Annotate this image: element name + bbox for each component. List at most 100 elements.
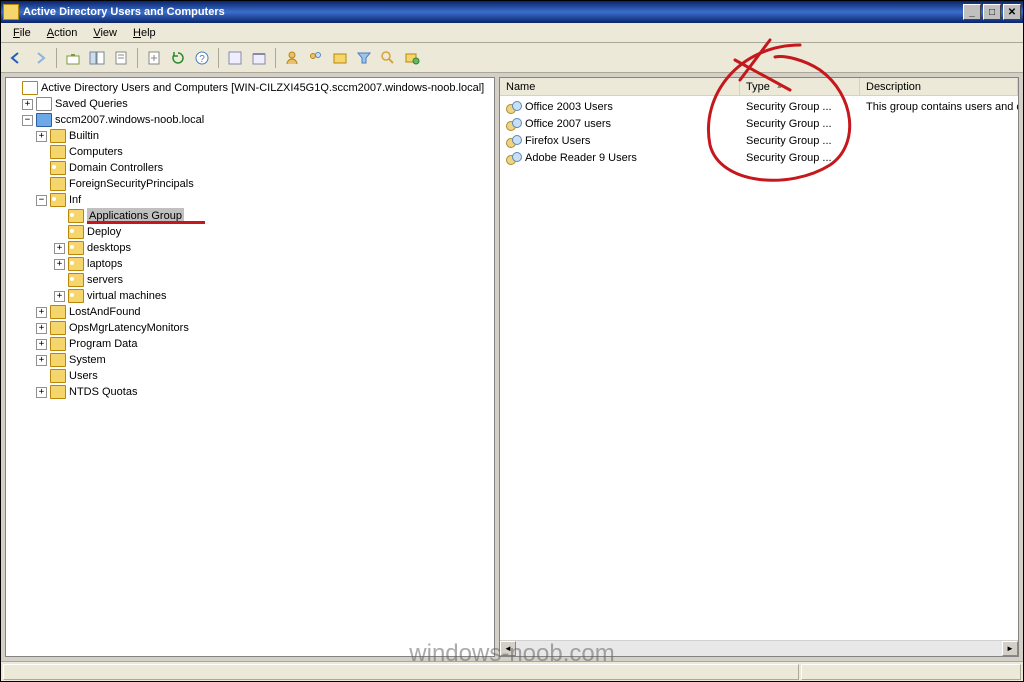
domain-icon <box>36 113 52 127</box>
folder-icon <box>50 145 66 159</box>
folder-icon <box>50 305 66 319</box>
cut-icon[interactable] <box>224 47 246 69</box>
up-icon[interactable] <box>62 47 84 69</box>
menu-file[interactable]: File <box>5 25 39 41</box>
list-row[interactable]: Office 2007 usersSecurity Group ... <box>500 115 1018 132</box>
expand-icon[interactable]: + <box>36 355 47 366</box>
folder-icon <box>36 97 52 111</box>
refresh-icon[interactable] <box>167 47 189 69</box>
tree-label-selected: Applications Group <box>87 208 184 224</box>
properties-icon[interactable] <box>110 47 132 69</box>
tree-fsp[interactable]: ForeignSecurityPrincipals <box>8 176 492 192</box>
cell-type: Security Group ... <box>740 152 860 164</box>
close-button[interactable]: ✕ <box>1003 4 1021 20</box>
main-window: Active Directory Users and Computers _ □… <box>0 0 1024 682</box>
expand-icon[interactable]: + <box>22 99 33 110</box>
list-pane[interactable]: Name Type Description Office 2003 UsersS… <box>499 77 1019 657</box>
expand-icon[interactable]: + <box>36 339 47 350</box>
expand-icon[interactable]: + <box>36 387 47 398</box>
scroll-left-icon[interactable]: ◄ <box>500 641 516 656</box>
menu-view[interactable]: View <box>85 25 125 41</box>
expand-icon[interactable]: + <box>36 131 47 142</box>
expand-icon[interactable]: + <box>54 291 65 302</box>
find-icon[interactable] <box>377 47 399 69</box>
tree: Active Directory Users and Computers [WI… <box>8 80 492 400</box>
cell-name: Office 2007 users <box>500 117 740 131</box>
back-icon[interactable] <box>5 47 27 69</box>
statusbar <box>1 661 1023 681</box>
svg-text:?: ? <box>199 54 205 65</box>
tree-root[interactable]: Active Directory Users and Computers [WI… <box>8 80 492 96</box>
tree-opsmgr[interactable]: + OpsMgrLatencyMonitors <box>8 320 492 336</box>
tree-desktops[interactable]: + desktops <box>8 240 492 256</box>
tree-pane[interactable]: Active Directory Users and Computers [WI… <box>5 77 495 657</box>
tree-users[interactable]: Users <box>8 368 492 384</box>
cell-type: Security Group ... <box>740 118 860 130</box>
list-row[interactable]: Firefox UsersSecurity Group ... <box>500 132 1018 149</box>
tree-lostandfound[interactable]: + LostAndFound <box>8 304 492 320</box>
list-row[interactable]: Office 2003 UsersSecurity Group ...This … <box>500 98 1018 115</box>
menu-action[interactable]: Action <box>39 25 86 41</box>
ou-icon <box>50 193 66 207</box>
folder-icon <box>50 353 66 367</box>
tree-program-data[interactable]: + Program Data <box>8 336 492 352</box>
tree-applications-group[interactable]: Applications Group <box>8 208 492 224</box>
expand-icon[interactable]: + <box>54 243 65 254</box>
group-icon <box>506 134 522 148</box>
group-icon <box>506 117 522 131</box>
ou-icon <box>68 209 84 223</box>
new-group-icon[interactable] <box>305 47 327 69</box>
column-header-description[interactable]: Description <box>860 78 1018 95</box>
forward-icon[interactable] <box>29 47 51 69</box>
delete-icon[interactable] <box>248 47 270 69</box>
filter-icon[interactable] <box>353 47 375 69</box>
window-title: Active Directory Users and Computers <box>23 6 225 18</box>
collapse-icon[interactable]: − <box>22 115 33 126</box>
list-row[interactable]: Adobe Reader 9 UsersSecurity Group ... <box>500 149 1018 166</box>
tree-inf[interactable]: − Inf <box>8 192 492 208</box>
tree-domain[interactable]: − sccm2007.windows-noob.local <box>8 112 492 128</box>
scroll-right-icon[interactable]: ► <box>1002 641 1018 656</box>
tree-deploy[interactable]: Deploy <box>8 224 492 240</box>
horizontal-scrollbar[interactable]: ◄ ► <box>500 640 1018 656</box>
new-ou-icon[interactable] <box>329 47 351 69</box>
cell-type: Security Group ... <box>740 101 860 113</box>
cell-description: This group contains users and computers … <box>860 101 1018 113</box>
root-icon <box>22 81 38 95</box>
list-header: Name Type Description <box>500 78 1018 96</box>
tree-computers[interactable]: Computers <box>8 144 492 160</box>
tree-domain-controllers[interactable]: Domain Controllers <box>8 160 492 176</box>
add-icon[interactable] <box>401 47 423 69</box>
menu-help[interactable]: Help <box>125 25 164 41</box>
app-icon <box>3 4 19 20</box>
column-header-type[interactable]: Type <box>740 78 860 95</box>
tree-saved-queries[interactable]: + Saved Queries <box>8 96 492 112</box>
folder-icon <box>50 385 66 399</box>
expand-icon[interactable]: + <box>54 259 65 270</box>
maximize-button[interactable]: □ <box>983 4 1001 20</box>
tree-laptops[interactable]: + laptops <box>8 256 492 272</box>
content-area: Active Directory Users and Computers [WI… <box>1 73 1023 661</box>
expand-icon[interactable]: + <box>36 307 47 318</box>
tree-builtin[interactable]: + Builtin <box>8 128 492 144</box>
ou-icon <box>68 273 84 287</box>
tree-system[interactable]: + System <box>8 352 492 368</box>
export-icon[interactable] <box>143 47 165 69</box>
tree-ntds-quotas[interactable]: + NTDS Quotas <box>8 384 492 400</box>
column-header-name[interactable]: Name <box>500 78 740 95</box>
tree-servers[interactable]: servers <box>8 272 492 288</box>
folder-icon <box>50 129 66 143</box>
ou-icon <box>50 161 66 175</box>
minimize-button[interactable]: _ <box>963 4 981 20</box>
collapse-icon[interactable]: − <box>36 195 47 206</box>
folder-icon <box>50 321 66 335</box>
list-body: Office 2003 UsersSecurity Group ...This … <box>500 96 1018 640</box>
ou-icon <box>68 289 84 303</box>
expand-icon[interactable]: + <box>36 323 47 334</box>
tree-virtual-machines[interactable]: + virtual machines <box>8 288 492 304</box>
folder-icon <box>50 369 66 383</box>
help-icon[interactable]: ? <box>191 47 213 69</box>
group-icon <box>506 100 522 114</box>
new-user-icon[interactable] <box>281 47 303 69</box>
show-hide-tree-icon[interactable] <box>86 47 108 69</box>
